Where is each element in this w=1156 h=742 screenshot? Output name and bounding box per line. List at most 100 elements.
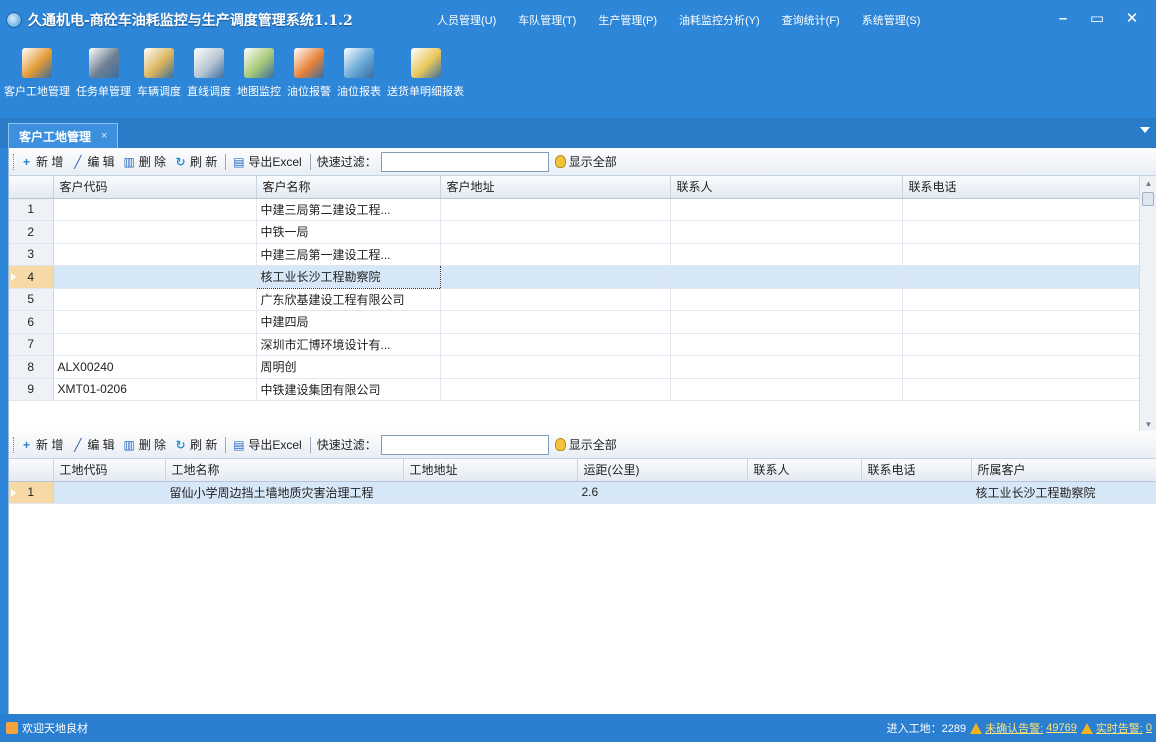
add-button[interactable]: + 新 增 — [20, 436, 63, 453]
cell-customer-name[interactable]: 核工业长沙工程勘察院 — [255, 265, 441, 289]
column-header-customer[interactable]: 所属客户 — [971, 459, 1156, 482]
cell-phone[interactable] — [902, 355, 1141, 379]
ribbon-map-monitor-button[interactable]: 地图监控 — [237, 40, 281, 99]
column-header-customer-address[interactable]: 客户地址 — [440, 176, 671, 199]
cell-customer[interactable]: 核工业长沙工程勘察院 — [971, 481, 1156, 504]
cell-customer-code[interactable] — [53, 333, 257, 356]
menu-system[interactable]: 系统管理(S) — [862, 12, 921, 28]
cell-phone[interactable] — [902, 310, 1141, 334]
show-all-button[interactable]: 显示全部 — [554, 153, 617, 170]
edit-button[interactable]: ╱ 编 辑 — [71, 436, 114, 453]
ribbon-vehicle-dispatch-button[interactable]: 车辆调度 — [137, 40, 181, 99]
menu-fuel-analysis[interactable]: 油耗监控分析(Y) — [679, 12, 760, 28]
scroll-down-icon[interactable]: ▼ — [1140, 417, 1156, 431]
cell-contact[interactable] — [670, 378, 903, 401]
cell-phone[interactable] — [902, 333, 1141, 356]
cell-customer-address[interactable] — [440, 198, 671, 221]
delete-button[interactable]: ▥ 删 除 — [123, 436, 167, 453]
realtime-alarms-link[interactable]: 实时告警: — [1096, 720, 1143, 736]
tab-close-icon[interactable]: × — [101, 130, 107, 142]
cell-distance[interactable]: 2.6 — [577, 481, 748, 504]
menu-personnel[interactable]: 人员管理(U) — [437, 12, 496, 28]
close-button[interactable]: ✕ — [1114, 6, 1150, 30]
cell-customer-code[interactable] — [53, 310, 257, 334]
cell-phone[interactable] — [902, 220, 1141, 244]
cell-phone[interactable] — [861, 481, 972, 504]
column-header-phone[interactable]: 联系电话 — [861, 459, 972, 482]
cell-customer-name[interactable]: 中建四局 — [256, 310, 441, 334]
cell-customer-name[interactable]: 中铁一局 — [256, 220, 441, 244]
cell-customer-code[interactable] — [53, 198, 257, 221]
column-header-distance[interactable]: 运距(公里) — [577, 459, 748, 482]
cell-customer-address[interactable] — [440, 288, 671, 311]
column-header-contact[interactable]: 联系人 — [670, 176, 903, 199]
scroll-thumb[interactable] — [1142, 192, 1154, 206]
export-excel-button[interactable]: ▤ 导出Excel — [232, 436, 302, 453]
delete-button[interactable]: ▥ 删 除 — [123, 153, 167, 170]
realtime-alarms-count[interactable]: 0 — [1146, 722, 1152, 734]
unconfirmed-alarms-count[interactable]: 49769 — [1046, 722, 1077, 734]
cell-customer-code[interactable] — [53, 288, 257, 311]
tab-customer-site[interactable]: 客户工地管理 × — [8, 123, 119, 148]
table-row[interactable]: 5 广东欣基建设工程有限公司 — [9, 288, 1141, 311]
cell-site-code[interactable] — [53, 481, 166, 504]
cell-customer-name[interactable]: 广东欣基建设工程有限公司 — [256, 288, 441, 311]
column-header-site-code[interactable]: 工地代码 — [53, 459, 166, 482]
cell-contact[interactable] — [670, 333, 903, 356]
table-row[interactable]: 1 中建三局第二建设工程... — [9, 198, 1141, 221]
cell-contact[interactable] — [670, 265, 903, 289]
cell-customer-name[interactable]: 周明创 — [256, 355, 441, 379]
cell-customer-code[interactable]: XMT01-0206 — [53, 378, 257, 401]
cell-customer-address[interactable] — [440, 265, 671, 289]
cell-contact[interactable] — [670, 310, 903, 334]
cell-site-address[interactable] — [403, 481, 578, 504]
cell-customer-code[interactable] — [53, 243, 257, 266]
column-header-site-name[interactable]: 工地名称 — [165, 459, 404, 482]
cell-phone[interactable] — [902, 243, 1141, 266]
cell-customer-address[interactable] — [440, 378, 671, 401]
toolbar-grip[interactable] — [13, 153, 16, 170]
minimize-button[interactable]: – — [1046, 6, 1080, 30]
column-header-site-address[interactable]: 工地地址 — [403, 459, 578, 482]
cell-site-name[interactable]: 留仙小学周边挡土墙地质灾害治理工程 — [165, 481, 404, 504]
cell-customer-address[interactable] — [440, 220, 671, 244]
table-row-selected[interactable]: 4 核工业长沙工程勘察院 — [9, 265, 1141, 289]
cell-phone[interactable] — [902, 265, 1141, 289]
menu-fleet[interactable]: 车队管理(T) — [518, 12, 576, 28]
maximize-button[interactable]: ▭ — [1080, 6, 1114, 30]
cell-contact[interactable] — [670, 355, 903, 379]
cell-customer-address[interactable] — [440, 355, 671, 379]
refresh-button[interactable]: ↻ 刷 新 — [174, 153, 218, 170]
customer-grid-scrollbar[interactable]: ▲ ▼ — [1139, 176, 1156, 431]
column-header-customer-code[interactable]: 客户代码 — [53, 176, 257, 199]
cell-customer-name[interactable]: 中建三局第二建设工程... — [256, 198, 441, 221]
refresh-button[interactable]: ↻ 刷 新 — [174, 436, 218, 453]
cell-contact[interactable] — [670, 288, 903, 311]
table-row-selected[interactable]: 1 留仙小学周边挡土墙地质灾害治理工程 2.6 核工业长沙工程勘察院 — [9, 481, 1156, 504]
table-row[interactable]: 6 中建四局 — [9, 310, 1141, 334]
menu-production[interactable]: 生产管理(P) — [598, 12, 657, 28]
cell-customer-name[interactable]: 中建三局第一建设工程... — [256, 243, 441, 266]
cell-customer-address[interactable] — [440, 243, 671, 266]
ribbon-task-order-button[interactable]: 任务单管理 — [76, 40, 131, 99]
column-header-phone[interactable]: 联系电话 — [902, 176, 1141, 199]
quick-filter-input[interactable] — [380, 434, 549, 455]
cell-phone[interactable] — [902, 288, 1141, 311]
edit-button[interactable]: ╱ 编 辑 — [71, 153, 114, 170]
cell-customer-address[interactable] — [440, 310, 671, 334]
cell-customer-name[interactable]: 深圳市汇博环境设计有... — [256, 333, 441, 356]
table-row[interactable]: 9 XMT01-0206 中铁建设集团有限公司 — [9, 378, 1141, 401]
export-excel-button[interactable]: ▤ 导出Excel — [232, 153, 302, 170]
cell-contact[interactable] — [670, 220, 903, 244]
cell-customer-name[interactable]: 中铁建设集团有限公司 — [256, 378, 441, 401]
cell-contact[interactable] — [670, 243, 903, 266]
cell-phone[interactable] — [902, 198, 1141, 221]
quick-filter-input[interactable] — [380, 151, 549, 172]
cell-contact[interactable] — [670, 198, 903, 221]
ribbon-fuel-alarm-button[interactable]: 油位报警 — [287, 40, 331, 99]
ribbon-delivery-report-button[interactable]: 送货单明细报表 — [387, 40, 464, 99]
cell-phone[interactable] — [902, 378, 1141, 401]
cell-contact[interactable] — [747, 481, 862, 504]
table-row[interactable]: 7 深圳市汇博环境设计有... — [9, 333, 1141, 356]
ribbon-fuel-report-button[interactable]: 油位报表 — [337, 40, 381, 99]
